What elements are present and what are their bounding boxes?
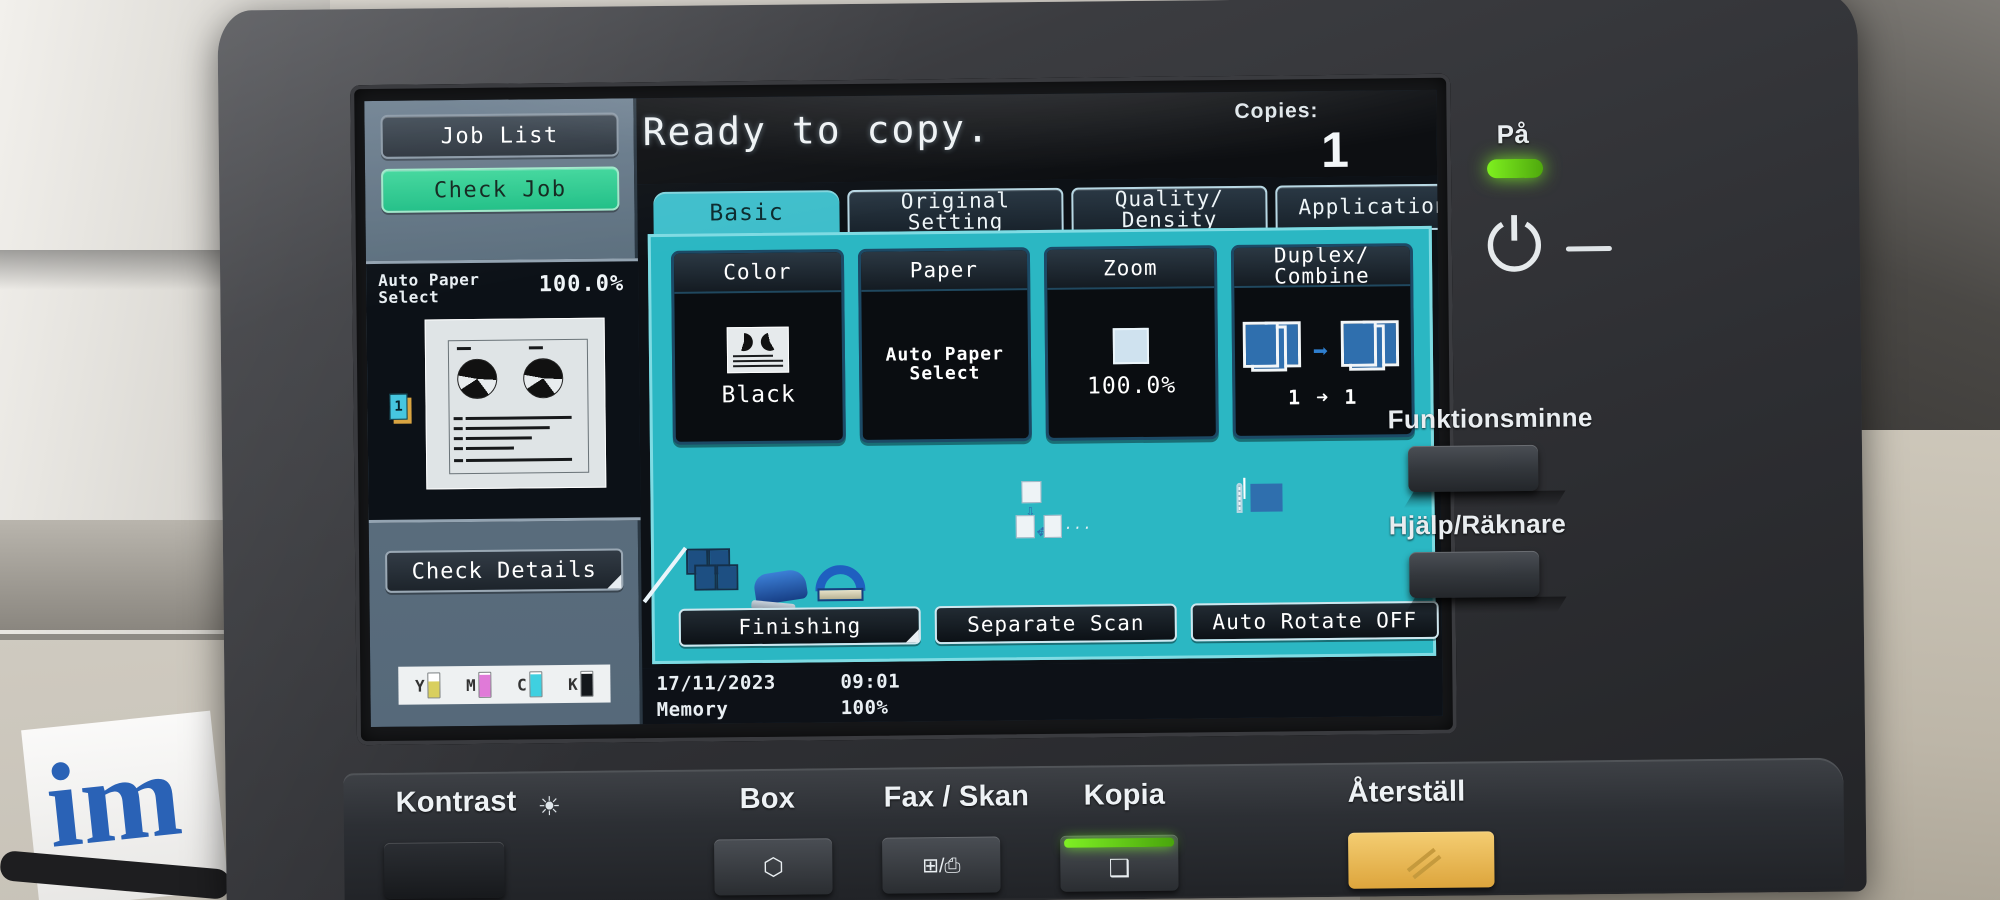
aterstall-label: Återställ	[1347, 775, 1466, 809]
kontrast-key[interactable]	[384, 841, 505, 899]
power-led-indicator	[1486, 158, 1544, 179]
footer-time: 09:01	[840, 670, 901, 694]
toner-m: M	[466, 671, 492, 698]
check-details-button[interactable]: Check Details	[385, 548, 624, 593]
hole-punch-icon	[815, 564, 866, 602]
document-preview-thumbnail	[424, 317, 607, 490]
stapler-icon	[752, 568, 808, 606]
preview-paper-label: Auto Paper Select	[378, 269, 480, 307]
power-dash-icon	[1565, 246, 1612, 252]
finishing-icon	[642, 546, 866, 606]
color-card[interactable]: Color Black	[670, 249, 846, 445]
main-content: Basic Original Setting Quality/ Density …	[637, 175, 1443, 669]
preview-pie-chart-1	[457, 358, 498, 400]
color-card-title: Color	[673, 252, 841, 294]
zoom-card-title: Zoom	[1046, 248, 1214, 290]
page-count-badge: 1	[389, 393, 412, 424]
power-indicator-label: På	[1496, 118, 1530, 150]
fax-skan-key[interactable]: ⊞/⎙	[882, 836, 1001, 894]
popup-corner-icon	[607, 574, 622, 589]
job-preview-panel: Auto Paper Select 100.0% 1	[365, 258, 641, 524]
tab-basic[interactable]: Basic	[653, 190, 840, 239]
paper-card-title: Paper	[860, 250, 1028, 292]
copies-label: Copies:	[1234, 99, 1319, 123]
tab-quality-density[interactable]: Quality/ Density	[1071, 185, 1268, 234]
fax-skan-label: Fax / Skan	[883, 780, 1030, 814]
duplex-sheets-icon: ➡	[1242, 314, 1403, 378]
zoom-square-icon	[1112, 327, 1150, 365]
toner-c: C	[517, 671, 543, 698]
separate-scan-button[interactable]: Separate Scan	[934, 603, 1178, 645]
footer-date: 17/11/2023	[656, 671, 776, 696]
check-job-button[interactable]: Check Job	[381, 166, 620, 213]
function-card-row: Color Black Paper Auto Paper Select Zoom…	[670, 243, 1415, 445]
paper-card-value: Auto Paper Select	[885, 343, 1005, 385]
funktionsminne-label: Funktionsminne	[1387, 402, 1593, 435]
kopia-active-led	[1064, 837, 1175, 848]
background-logo-glyph: im	[40, 726, 187, 873]
sidebar: Job List Check Job Auto Paper Select 100…	[364, 98, 643, 728]
paper-card[interactable]: Paper Auto Paper Select	[857, 247, 1032, 443]
kontrast-label: Kontrast	[395, 785, 517, 819]
funktionsminne-button[interactable]	[1407, 444, 1539, 493]
footer-memory-value: 100%	[840, 696, 889, 720]
control-panel: Ready to copy. Copies: 1 Job List Check …	[217, 0, 1867, 900]
screen-footer: 17/11/2023 Memory 09:01 100%	[642, 659, 1443, 725]
copies-value: 1	[1320, 121, 1350, 179]
kopia-label: Kopia	[1083, 778, 1166, 812]
footer-memory-label: Memory	[656, 698, 729, 722]
preview-pie-chart-2	[523, 358, 564, 399]
toner-level-strip: Y M C K	[398, 664, 611, 705]
status-message: Ready to copy.	[642, 106, 992, 155]
zoom-card[interactable]: Zoom 100.0%	[1043, 245, 1219, 441]
tab-application[interactable]: Application	[1275, 183, 1443, 232]
aterstall-key[interactable]	[1348, 831, 1495, 889]
power-symbol-icon: ⏻	[1485, 202, 1544, 288]
option-button-row: ⇩ ✥ ··· Finishing Separate Scan Auto Rot…	[642, 477, 1439, 647]
color-document-icon	[726, 326, 790, 374]
duplex-combine-card-value: 1 ➜ 1	[1287, 384, 1359, 409]
bottom-hard-key-strip: Kontrast ☀ Box ⬡ Fax / Skan ⊞/⎙ Kopia ❑ …	[343, 757, 1845, 900]
touchscreen[interactable]: Ready to copy. Copies: 1 Job List Check …	[364, 89, 1443, 728]
hjalp-raknare-label: Hjälp/Räknare	[1388, 508, 1567, 541]
box-icon: ⬡	[762, 853, 784, 881]
popup-corner-icon	[905, 629, 919, 643]
reset-icon	[1406, 847, 1436, 873]
color-card-value: Black	[721, 381, 796, 409]
preview-zoom-value: 100.0%	[538, 271, 625, 298]
auto-rotate-button[interactable]: Auto Rotate OFF	[1190, 600, 1439, 642]
finishing-label: Finishing	[738, 613, 862, 640]
job-list-button[interactable]: Job List	[380, 112, 619, 159]
basic-tab-panel: Color Black Paper Auto Paper Select Zoom…	[642, 225, 1439, 665]
zoom-card-value: 100.0%	[1086, 372, 1177, 400]
photo-scene: im Ready to copy. Copies: 1 Job List Che…	[0, 0, 2000, 900]
brightness-icon: ☀	[537, 791, 562, 822]
toner-y: Y	[415, 672, 441, 699]
toner-k: K	[568, 670, 594, 697]
check-details-label: Check Details	[411, 557, 597, 585]
duplex-combine-card-title: Duplex/ Combine	[1233, 243, 1411, 289]
fax-scan-icon: ⊞/⎙	[922, 854, 961, 877]
lcd-bezel: Ready to copy. Copies: 1 Job List Check …	[350, 73, 1457, 746]
kopia-key[interactable]: ❑	[1060, 834, 1179, 892]
arrow-right-icon: ➡	[1312, 336, 1329, 367]
tab-original-setting[interactable]: Original Setting	[847, 187, 1064, 237]
box-label: Box	[739, 782, 796, 816]
copy-icon: ❑	[1108, 854, 1131, 882]
finishing-button[interactable]: Finishing	[678, 606, 922, 647]
auto-rotate-icon	[1236, 477, 1283, 513]
hjalp-raknare-button[interactable]	[1409, 550, 1540, 599]
box-key[interactable]: ⬡	[714, 838, 833, 896]
